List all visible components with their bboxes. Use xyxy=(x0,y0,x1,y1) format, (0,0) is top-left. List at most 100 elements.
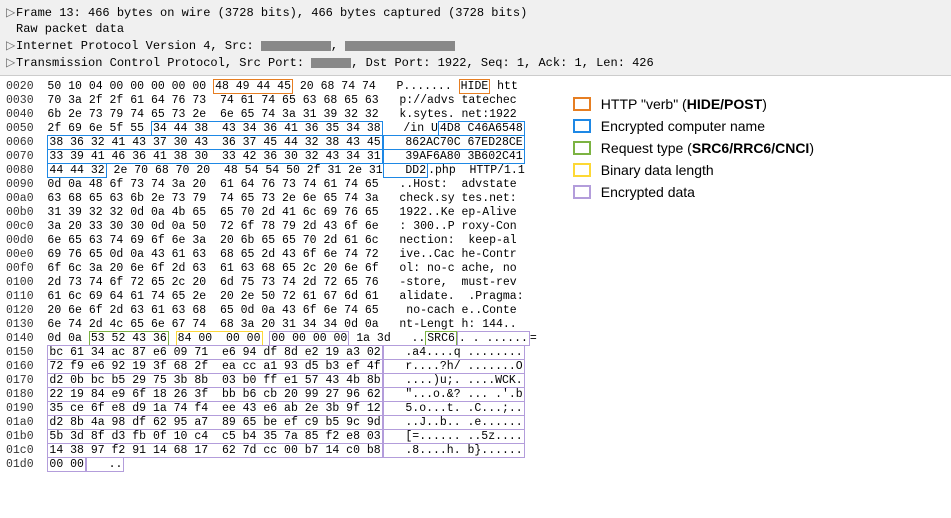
hex-row: 0190 35 ce 6f e8 d9 1a 74 f4 ee 43 e6 ab… xyxy=(6,402,537,416)
ip-layer[interactable]: ▷Internet Protocol Version 4, Src: , xyxy=(6,37,945,54)
offset: 0130 xyxy=(6,318,47,331)
hex-highlight: bc 61 34 ac 87 e6 09 71 e6 94 df 8d e2 1… xyxy=(47,345,382,360)
offset: 0180 xyxy=(6,388,47,401)
hex-row: 0050 2f 69 6e 5f 55 34 44 38 43 34 36 41… xyxy=(6,122,537,136)
hex-row: 0130 6e 74 2d 4c 65 6e 67 74 68 3a 20 31… xyxy=(6,318,537,332)
legend-swatch-green xyxy=(573,141,591,155)
hex-highlight: 5b 3d 8f d3 fb 0f 10 c4 c5 b4 35 7a 85 f… xyxy=(47,429,382,444)
raw-data-label[interactable]: Raw packet data xyxy=(6,21,945,37)
legend-swatch-blue xyxy=(573,119,591,133)
offset: 00f0 xyxy=(6,262,47,275)
hex-row: 0060 38 36 32 41 43 37 30 43 36 37 45 44… xyxy=(6,136,537,150)
legend-item: Request type (SRC6/RRC6/CNCI) xyxy=(573,140,814,156)
ascii-highlight: .. xyxy=(86,457,125,472)
offset: 0170 xyxy=(6,374,47,387)
hex-row: 00a0 63 68 65 63 6b 2e 73 79 74 65 73 2e… xyxy=(6,192,537,206)
hex-row: 0040 6b 2e 73 79 74 65 73 2e 6e 65 74 3a… xyxy=(6,108,537,122)
ascii-highlight: ....)u;. ....WCK. xyxy=(383,373,525,388)
offset: 00a0 xyxy=(6,192,47,205)
redacted-src-port xyxy=(311,58,351,68)
hex-row: 0080 44 44 32 2e 70 68 70 20 48 54 54 50… xyxy=(6,164,537,178)
legend-label: Request type (SRC6/RRC6/CNCI) xyxy=(601,140,814,156)
hex-highlight: 38 36 32 41 43 37 30 43 36 37 45 44 32 3… xyxy=(47,135,382,150)
hex-row: 01d0 00 00 .. xyxy=(6,458,537,472)
hex-row: 0110 61 6c 69 64 61 74 65 2e 20 2e 50 72… xyxy=(6,290,537,304)
hex-row: 0170 d2 0b bc b5 29 75 3b 8b 03 b0 ff e1… xyxy=(6,374,537,388)
ascii-highlight: DD2 xyxy=(383,163,428,178)
legend: HTTP "verb" (HIDE/POST)Encrypted compute… xyxy=(543,76,824,518)
legend-item: Binary data length xyxy=(573,162,814,178)
offset: 0160 xyxy=(6,360,47,373)
legend-swatch-purple xyxy=(573,185,591,199)
hex-row: 0120 20 6e 6f 2d 63 61 63 68 65 0d 0a 43… xyxy=(6,304,537,318)
hex-row: 00f0 6f 6c 3a 20 6e 6f 2d 63 61 63 68 65… xyxy=(6,262,537,276)
tcp-layer[interactable]: ▷Transmission Control Protocol, Src Port… xyxy=(6,54,945,71)
offset: 0100 xyxy=(6,276,47,289)
hex-highlight: d2 8b 4a 98 df 62 95 a7 89 65 be ef c9 b… xyxy=(47,415,382,430)
offset: 01a0 xyxy=(6,416,47,429)
offset: 01d0 xyxy=(6,458,47,471)
redacted-src-ip xyxy=(261,41,331,51)
hex-highlight: 84 00 00 00 xyxy=(176,331,263,346)
hex-row: 00e0 69 76 65 0d 0a 43 61 63 68 65 2d 43… xyxy=(6,248,537,262)
hex-highlight: 22 19 84 e9 6f 18 26 3f bb b6 cb 20 99 2… xyxy=(47,387,382,402)
offset: 0080 xyxy=(6,164,47,177)
offset: 00d0 xyxy=(6,234,47,247)
hex-row: 0030 70 3a 2f 2f 61 64 76 73 74 61 74 65… xyxy=(6,94,537,108)
hex-highlight: 48 49 44 45 xyxy=(213,79,293,94)
offset: 0110 xyxy=(6,290,47,303)
offset: 0060 xyxy=(6,136,47,149)
offset: 00e0 xyxy=(6,248,47,261)
ascii-highlight: r....?h/ .......O xyxy=(383,359,525,374)
offset: 00c0 xyxy=(6,220,47,233)
hex-row: 0090 0d 0a 48 6f 73 74 3a 20 61 64 76 73… xyxy=(6,178,537,192)
offset: 0150 xyxy=(6,346,47,359)
ascii-highlight: "...o.&? ... .'.b xyxy=(383,387,525,402)
hex-row: 00b0 31 39 32 32 0d 0a 4b 65 65 70 2d 41… xyxy=(6,206,537,220)
offset: 0140 xyxy=(6,332,47,345)
legend-label: Binary data length xyxy=(601,162,714,178)
offset: 0190 xyxy=(6,402,47,415)
hex-row: 0020 50 10 04 00 00 00 00 00 48 49 44 45… xyxy=(6,80,537,94)
hex-highlight: 44 44 32 xyxy=(47,163,106,178)
offset: 0030 xyxy=(6,94,47,107)
hex-row: 0160 72 f9 e6 92 19 3f 68 2f ea cc a1 93… xyxy=(6,360,537,374)
packet-header: ▷Frame 13: 466 bytes on wire (3728 bits)… xyxy=(0,0,951,76)
ascii-highlight: 39AF6A80 3B602C41 xyxy=(383,149,525,164)
hex-highlight: 33 39 41 46 36 41 38 30 33 42 36 30 32 4… xyxy=(47,149,382,164)
hex-highlight: 53 52 43 36 xyxy=(89,331,169,346)
hex-row: 00d0 6e 65 63 74 69 6f 6e 3a 20 6b 65 65… xyxy=(6,234,537,248)
hex-highlight: 00 00 00 00 xyxy=(269,331,349,346)
hex-row: 0180 22 19 84 e9 6f 18 26 3f bb b6 cb 20… xyxy=(6,388,537,402)
hex-highlight: 14 38 97 f2 91 14 68 17 62 7d cc 00 b7 1… xyxy=(47,443,382,458)
offset: 01b0 xyxy=(6,430,47,443)
ascii-highlight: HIDE xyxy=(459,79,491,94)
hex-highlight: 35 ce 6f e8 d9 1a 74 f4 ee 43 e6 ab 2e 3… xyxy=(47,401,382,416)
ascii-highlight: 5.o...t. .C...;.. xyxy=(383,401,525,416)
hex-highlight: 00 00 xyxy=(47,457,86,472)
offset: 0090 xyxy=(6,178,47,191)
hex-row: 0140 0d 0a 53 52 43 36 84 00 00 00 00 00… xyxy=(6,332,537,346)
ascii-highlight: .a4....q ........ xyxy=(383,345,525,360)
offset: 0040 xyxy=(6,108,47,121)
ascii-highlight: . . ...... xyxy=(457,331,530,346)
hex-row: 0100 2d 73 74 6f 72 65 2c 20 6d 75 73 74… xyxy=(6,276,537,290)
offset: 0070 xyxy=(6,150,47,163)
hex-dump-pane[interactable]: 0020 50 10 04 00 00 00 00 00 48 49 44 45… xyxy=(0,76,543,518)
legend-label: Encrypted data xyxy=(601,184,695,200)
offset: 0120 xyxy=(6,304,47,317)
legend-item: HTTP "verb" (HIDE/POST) xyxy=(573,96,814,112)
hex-row: 0150 bc 61 34 ac 87 e6 09 71 e6 94 df 8d… xyxy=(6,346,537,360)
frame-summary[interactable]: ▷Frame 13: 466 bytes on wire (3728 bits)… xyxy=(6,4,945,21)
hex-highlight: 72 f9 e6 92 19 3f 68 2f ea cc a1 93 d5 b… xyxy=(47,359,382,374)
hex-row: 0070 33 39 41 46 36 41 38 30 33 42 36 30… xyxy=(6,150,537,164)
ascii-highlight: 862AC70C 67ED28CE xyxy=(383,135,525,150)
ascii-highlight: SRC6 xyxy=(425,331,457,346)
hex-row: 01c0 14 38 97 f2 91 14 68 17 62 7d cc 00… xyxy=(6,444,537,458)
legend-item: Encrypted data xyxy=(573,184,814,200)
hex-row: 01b0 5b 3d 8f d3 fb 0f 10 c4 c5 b4 35 7a… xyxy=(6,430,537,444)
ascii-highlight: ..J..b.. .e...... xyxy=(383,415,525,430)
legend-label: HTTP "verb" (HIDE/POST) xyxy=(601,96,767,112)
offset: 01c0 xyxy=(6,444,47,457)
hex-row: 00c0 3a 20 33 30 30 0d 0a 50 72 6f 78 79… xyxy=(6,220,537,234)
